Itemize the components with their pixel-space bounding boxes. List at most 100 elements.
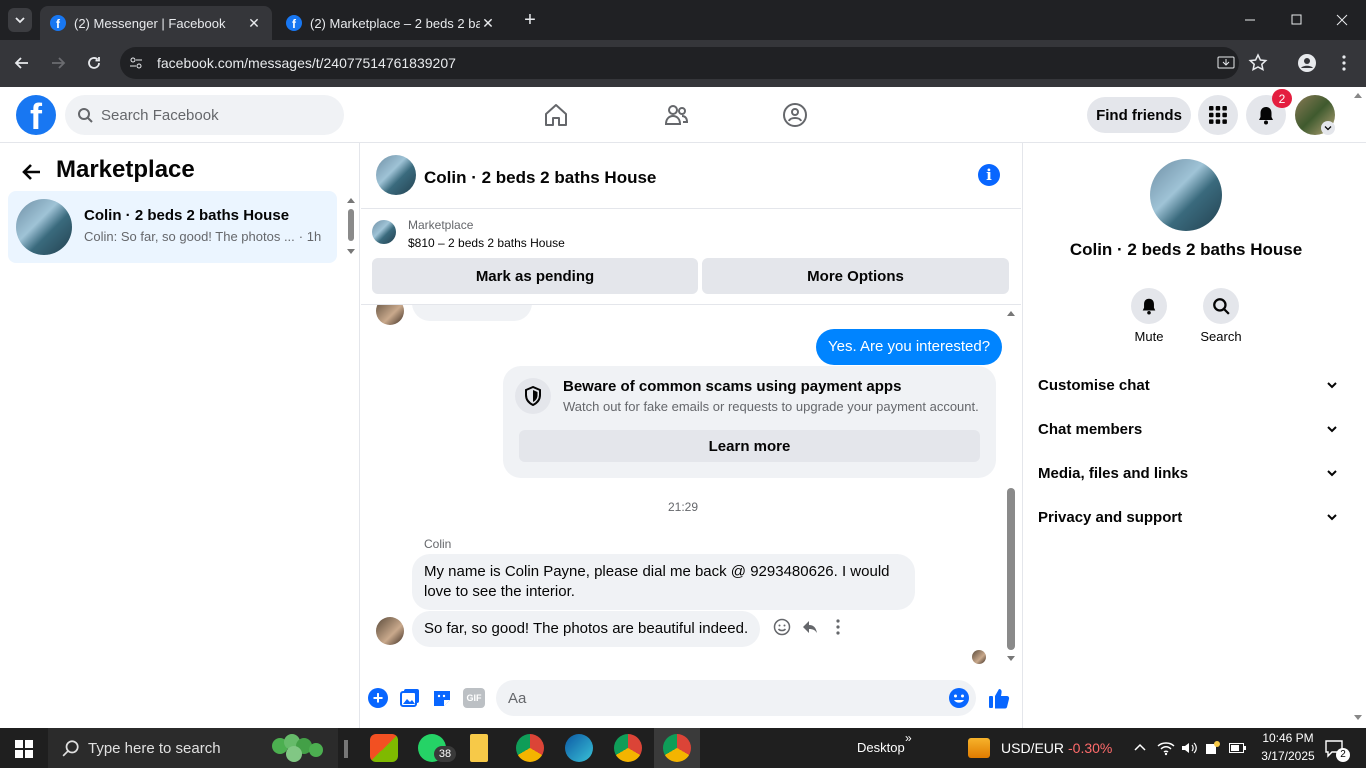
show-hidden-icons-chevron-icon[interactable] [1133, 741, 1147, 753]
search-label: Search [1200, 329, 1242, 344]
reply-icon[interactable] [801, 618, 819, 636]
menu-grid-button[interactable] [1198, 95, 1238, 135]
bookmark-star-icon[interactable] [1248, 53, 1268, 73]
info-panel-title: Colin · 2 beds 2 baths House [1069, 240, 1303, 259]
toolbar-expand-icon[interactable]: » [905, 731, 912, 745]
active-chrome-taskbar-button[interactable] [654, 728, 700, 768]
new-tab-button[interactable]: + [520, 10, 540, 30]
home-nav-icon[interactable] [543, 102, 569, 128]
windows-start-icon[interactable] [15, 740, 33, 758]
incoming-message-bubble[interactable]: So far, so good! The photos are beautifu… [412, 611, 761, 647]
chat-title[interactable]: Colin · 2 beds 2 baths House [424, 168, 656, 188]
scam-warning-card: Beware of common scams using payment app… [503, 366, 996, 478]
clock-time[interactable]: 10:46 PM [1256, 731, 1320, 745]
action-center-badge: 2 [1336, 748, 1350, 762]
forward-button[interactable] [48, 53, 68, 73]
conversation-preview-row: Colin: So far, so good! The photos ... ·… [84, 229, 321, 244]
media-files-links-section[interactable]: Media, files and links [1038, 453, 1338, 493]
friends-nav-icon[interactable] [663, 102, 689, 128]
search-icon [62, 740, 79, 757]
profile-icon[interactable] [1297, 53, 1317, 73]
listing-detail[interactable]: $810 – 2 beds 2 baths House [408, 236, 565, 250]
message-input[interactable]: Aa [496, 680, 976, 716]
bell-icon [1142, 298, 1156, 315]
browser-menu-icon[interactable] [1334, 53, 1354, 73]
maximize-button[interactable] [1286, 12, 1306, 28]
chevron-down-icon [1327, 426, 1337, 433]
add-attachment-icon[interactable]: + [368, 688, 388, 708]
site-info-icon[interactable] [128, 55, 144, 71]
find-friends-button[interactable]: Find friends [1087, 97, 1191, 133]
mark-as-pending-button[interactable]: Mark as pending [372, 258, 698, 294]
account-chevron-icon[interactable] [1321, 121, 1335, 135]
page-scroll-down-icon[interactable] [1352, 713, 1364, 723]
desktop-toolbar-label[interactable]: Desktop [857, 740, 905, 755]
chrome-profile-icon[interactable] [614, 734, 642, 762]
close-tab-icon[interactable]: ✕ [246, 15, 262, 32]
browser-tab-bar: f (2) Messenger | Facebook ✕ f (2) Marke… [0, 0, 1366, 40]
close-tab-icon[interactable]: ✕ [480, 15, 496, 32]
install-app-icon[interactable] [1216, 53, 1236, 73]
section-label: Media, files and links [1038, 464, 1189, 482]
gif-icon[interactable]: GIF [463, 688, 485, 708]
microsoft-store-icon[interactable] [370, 734, 398, 762]
privacy-support-section[interactable]: Privacy and support [1038, 497, 1338, 537]
tab-marketplace[interactable]: f (2) Marketplace – 2 beds 2 baths ✕ [276, 6, 506, 40]
groups-nav-icon[interactable] [782, 102, 808, 128]
left-scrollbar[interactable] [345, 195, 357, 257]
reload-icon [88, 57, 100, 69]
stocks-widget-icon [968, 738, 990, 758]
search-in-chat-button[interactable] [1203, 288, 1239, 324]
search-icon [78, 108, 93, 123]
sender-avatar[interactable] [376, 617, 404, 645]
volume-icon[interactable] [1180, 740, 1198, 756]
chrome-icon [663, 734, 691, 762]
tab-list-dropdown-button[interactable] [8, 8, 32, 32]
panel-title: Marketplace [56, 156, 195, 183]
info-icon[interactable]: i [978, 164, 1000, 186]
close-window-button[interactable] [1332, 12, 1352, 28]
back-arrow-button[interactable] [20, 160, 44, 184]
section-label: Customise chat [1038, 376, 1150, 394]
chat-scrollbar[interactable] [1004, 308, 1018, 664]
chrome-icon[interactable] [516, 734, 544, 762]
sticker-icon[interactable] [432, 688, 452, 708]
reload-button[interactable] [84, 53, 104, 73]
minimize-button[interactable] [1240, 12, 1260, 28]
facebook-logo-icon[interactable]: f [16, 95, 56, 135]
incoming-message-bubble[interactable]: My name is Colin Payne, please dial me b… [412, 554, 915, 610]
currency-pair[interactable]: USD/EUR [1001, 740, 1064, 756]
wifi-icon[interactable] [1157, 740, 1175, 756]
timestamp-divider: 21:29 [667, 500, 699, 514]
listing-thumbnail[interactable] [372, 220, 396, 244]
file-explorer-icon[interactable] [470, 734, 488, 762]
network-status-icon[interactable] [1204, 740, 1222, 756]
notification-count-badge: 2 [1272, 89, 1292, 108]
clock-date[interactable]: 3/17/2025 [1252, 749, 1324, 763]
customise-chat-section[interactable]: Customise chat [1038, 365, 1338, 405]
page-scroll-up-icon[interactable] [1352, 90, 1364, 100]
facebook-search-input[interactable]: Search Facebook [65, 95, 344, 135]
chat-members-section[interactable]: Chat members [1038, 409, 1338, 449]
conversation-item[interactable]: Colin · 2 beds 2 baths House Colin: So f… [8, 191, 337, 263]
address-bar[interactable]: facebook.com/messages/t/2407751476183920… [120, 47, 1239, 79]
back-button[interactable] [12, 53, 32, 73]
section-label: Privacy and support [1038, 508, 1183, 526]
tab-messenger[interactable]: f (2) Messenger | Facebook ✕ [40, 6, 272, 40]
mute-button[interactable] [1131, 288, 1167, 324]
react-emoji-icon[interactable] [773, 618, 791, 636]
profile-photo[interactable] [1150, 159, 1222, 231]
edge-icon[interactable] [565, 734, 593, 762]
chat-avatar[interactable] [376, 155, 416, 195]
learn-more-button[interactable]: Learn more [519, 430, 980, 462]
photo-icon[interactable] [400, 688, 420, 708]
more-options-button[interactable]: More Options [702, 258, 1009, 294]
outgoing-message-bubble[interactable]: Yes. Are you interested? [816, 329, 1003, 365]
taskbar-search-box[interactable]: Type here to search [48, 728, 338, 768]
task-view-icon[interactable] [344, 740, 348, 758]
thumbs-up-icon[interactable] [987, 686, 1011, 710]
battery-icon[interactable] [1229, 743, 1247, 753]
more-actions-icon[interactable] [830, 618, 846, 636]
emoji-picker-icon[interactable] [948, 687, 970, 709]
previous-message-bubble[interactable] [412, 305, 532, 321]
